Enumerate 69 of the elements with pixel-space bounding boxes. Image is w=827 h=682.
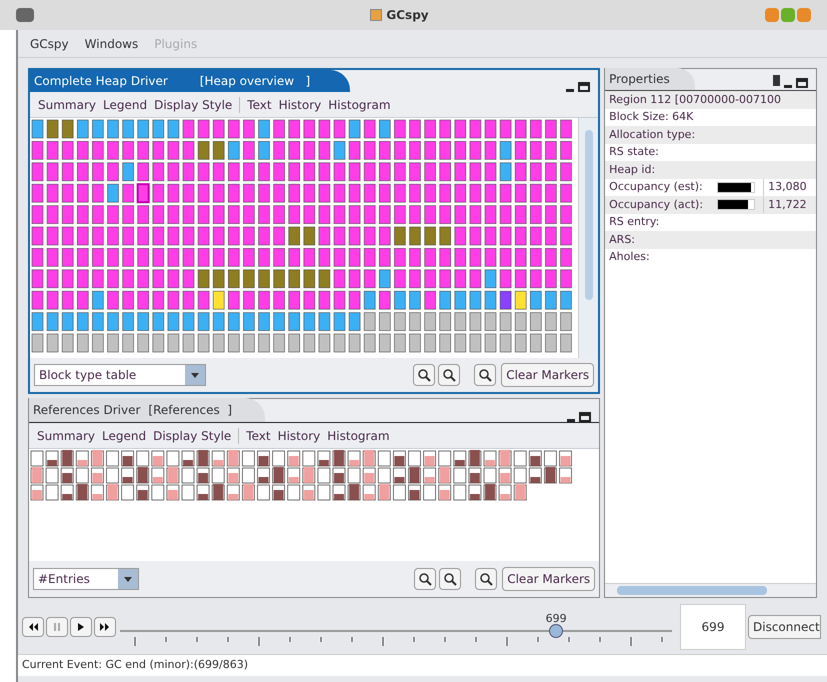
dropdown[interactable]: #Entries [33,568,139,590]
toolbar-tab[interactable]: History [278,426,320,444]
property-value: 11,722 [763,196,807,213]
panel-tab[interactable]: References Driver [References ] [29,398,265,422]
zoom-out-icon [442,368,456,382]
pause-icon [52,623,62,631]
menu-item[interactable]: Windows [84,34,138,52]
toolbar-tab[interactable]: Display Style [153,426,232,444]
toolbar-tab[interactable]: Legend [102,426,146,444]
zoom-in-button[interactable] [414,568,436,590]
play-button[interactable] [70,617,92,637]
toolbar-tab[interactable]: Text [247,96,272,114]
property-label: ARS: [609,232,636,248]
maximize-icon[interactable] [796,78,808,88]
toolbar-tab[interactable]: Summary [38,96,96,114]
property-label: Occupancy (act): [609,196,704,212]
disconnect-button[interactable]: Disconnect [748,615,821,639]
caret-icon [118,569,138,589]
toolbar-tab[interactable]: Text [246,426,271,444]
rewind-button[interactable] [22,617,44,637]
horizontal-scrollbar[interactable] [605,583,816,597]
rewind-icon [28,623,38,631]
zoom-in-icon [417,368,432,382]
scrollbar[interactable] [578,118,598,358]
toolbar-tab[interactable]: Summary [37,426,95,444]
slider-track[interactable] [120,624,672,638]
property-label: Block Size: 64K [609,109,694,125]
property-label: Occupancy (est): [609,179,704,195]
window-menu-icon[interactable] [16,8,34,22]
magnifier-icon [479,572,494,586]
property-label: Allocation type: [609,126,696,142]
panel-tab[interactable]: Properties [605,68,696,90]
zoom-out-icon [443,572,458,586]
slider-value: 699 [546,611,567,627]
zoom-in-icon [418,572,432,586]
property-label: RS entry: [609,214,660,230]
fast-forward-icon [100,623,110,631]
status-bar: Current Event: GC end (minor):(699/863) [18,654,827,676]
play-icon [76,623,86,631]
fast-forward-button[interactable] [94,617,116,637]
caret-icon [185,365,205,385]
toolbar-tab[interactable]: Histogram [328,96,391,114]
property-label: Heap id: [609,162,656,178]
occupancy-bar [717,182,756,193]
zoom-out-button[interactable] [438,364,460,386]
property-label: RS state: [609,144,659,160]
toolbar-tab[interactable]: Histogram [327,426,390,444]
magnifier-icon [478,368,492,382]
app-icon [370,9,382,21]
toolbar-tab[interactable]: Legend [103,96,148,114]
zoom-in-button[interactable] [413,364,436,386]
menu-item[interactable]: GCspy [30,34,69,52]
occupancy-bar [717,199,756,210]
toolbar-tab[interactable]: History [278,96,322,114]
minimize-icon[interactable] [567,419,576,422]
zoom-reset-button[interactable] [474,364,496,386]
clear-markers-button[interactable]: Clear Markers [501,363,594,387]
toolbar-tab[interactable]: Display Style [154,96,232,114]
slider-thumb[interactable] [549,624,564,638]
minimize-icon[interactable] [566,89,574,92]
zoom-reset-button[interactable] [475,568,498,590]
window-title: GCspy [386,7,429,24]
panel-tab[interactable]: Complete Heap Driver [Heap overview ] [30,70,350,92]
clear-markers-button[interactable]: Clear Markers [502,567,596,591]
frame-field[interactable]: 699 [680,604,746,650]
dropdown[interactable]: Block type table [34,364,206,386]
zoom-out-button[interactable] [439,568,462,590]
property-label: Region 112 [00700000-007100 [609,92,782,108]
property-label: Aholes: [609,249,650,265]
